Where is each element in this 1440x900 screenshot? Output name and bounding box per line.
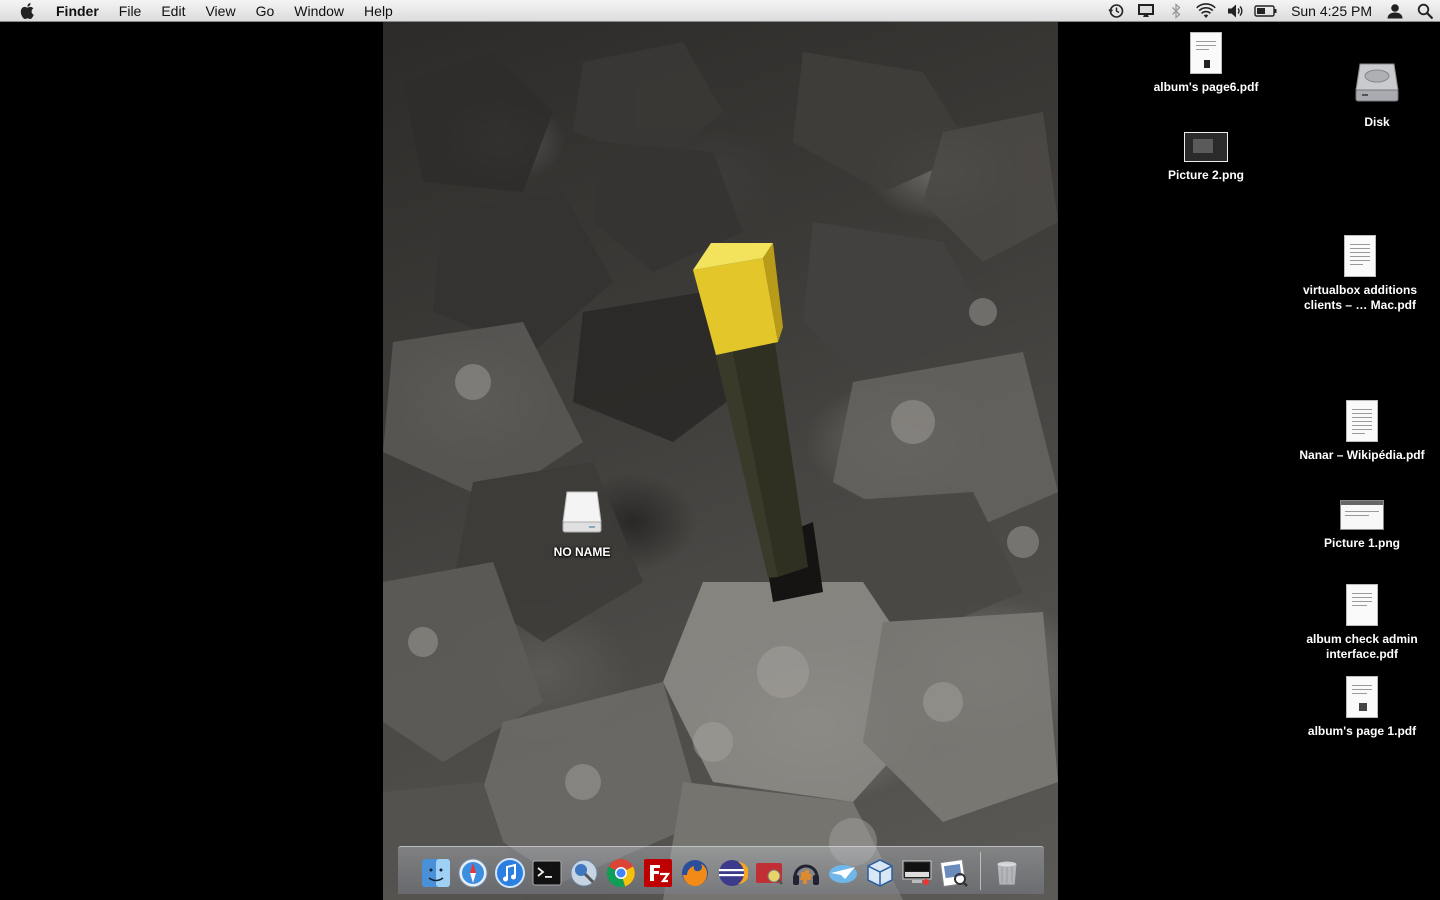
dock-finder-icon[interactable] xyxy=(419,856,453,890)
dock-preview-icon[interactable] xyxy=(937,856,971,890)
display-icon[interactable] xyxy=(1131,0,1161,22)
desktop-icon-label: Picture 1.png xyxy=(1323,536,1400,550)
dock-mail-icon[interactable] xyxy=(826,856,860,890)
volume-icon[interactable] xyxy=(1221,0,1251,22)
no-name-drive[interactable]: NO NAME xyxy=(517,490,647,560)
external-drive-icon xyxy=(561,490,603,539)
desktop-icon-label: virtualbox additions clients – … Mac.pdf xyxy=(1302,283,1417,312)
dock-cyberduck-icon[interactable] xyxy=(752,856,786,890)
album-page1-file[interactable]: album's page 1.pdf xyxy=(1297,676,1427,739)
apple-menu-icon[interactable] xyxy=(0,0,56,22)
menu-window[interactable]: Window xyxy=(284,0,354,22)
desktop-icon-label: album's page6.pdf xyxy=(1153,80,1259,94)
desktop-icon-label: album check admin interface.pdf xyxy=(1306,632,1418,661)
nanar-wikipedia-file[interactable]: Nanar – Wikipédia.pdf xyxy=(1297,400,1427,463)
dock-safari-icon[interactable] xyxy=(456,856,490,890)
desktop-icon-label: album's page 1.pdf xyxy=(1307,724,1417,738)
pdf-document-icon xyxy=(1346,676,1378,718)
dock-terminal-icon[interactable] xyxy=(530,856,564,890)
dock-remote-desktop-icon[interactable] xyxy=(900,856,934,890)
dock-chrome-icon[interactable] xyxy=(604,856,638,890)
desktop-icon-label: Picture 2.png xyxy=(1167,168,1244,182)
wifi-icon[interactable] xyxy=(1191,0,1221,22)
pdf-document-icon xyxy=(1190,32,1222,74)
user-icon[interactable] xyxy=(1380,0,1410,22)
menu-go[interactable]: Go xyxy=(246,0,285,22)
menu-view[interactable]: View xyxy=(195,0,245,22)
desktop-icon-label: NO NAME xyxy=(553,545,611,559)
album-page6-file[interactable]: album's page6.pdf xyxy=(1141,32,1271,95)
desktop: NO NAME album's page6.pdf Disk Picture 2… xyxy=(0,22,1440,900)
picture2-file[interactable]: Picture 2.png xyxy=(1141,132,1271,183)
pdf-document-icon xyxy=(1344,235,1376,277)
dock-trash-icon[interactable] xyxy=(990,856,1024,890)
menu-finder[interactable]: Finder xyxy=(56,0,109,22)
desktop-wallpaper xyxy=(383,22,1058,900)
wallpaper-photo xyxy=(383,42,1058,900)
menu-file[interactable]: File xyxy=(109,0,152,22)
pdf-document-icon xyxy=(1346,584,1378,626)
spotlight-search-icon[interactable] xyxy=(1410,0,1440,22)
dock-network-utility-icon[interactable] xyxy=(567,856,601,890)
time-machine-icon[interactable] xyxy=(1101,0,1131,22)
menu-edit[interactable]: Edit xyxy=(151,0,195,22)
dock-audacity-icon[interactable] xyxy=(789,856,823,890)
dock xyxy=(398,846,1044,894)
dock-filezilla-icon[interactable] xyxy=(641,856,675,890)
virtualbox-pdf-file[interactable]: virtualbox additions clients – … Mac.pdf xyxy=(1295,235,1425,313)
album-check-admin-file[interactable]: album check admin interface.pdf xyxy=(1297,584,1427,662)
dock-firefox-icon[interactable] xyxy=(678,856,712,890)
hard-disk-icon xyxy=(1354,60,1400,109)
menu-bar: Finder File Edit View Go Window Help Sun… xyxy=(0,0,1440,22)
image-file-icon xyxy=(1340,500,1384,530)
menu-help[interactable]: Help xyxy=(354,0,403,22)
disk-volume[interactable]: Disk xyxy=(1312,60,1440,130)
dock-eclipse-icon[interactable] xyxy=(715,856,749,890)
pdf-document-icon xyxy=(1346,400,1378,442)
battery-icon[interactable] xyxy=(1251,0,1281,22)
desktop-icon-label: Nanar – Wikipédia.pdf xyxy=(1299,448,1425,462)
dock-separator xyxy=(979,852,981,890)
menubar-clock[interactable]: Sun 4:25 PM xyxy=(1281,3,1380,19)
dock-virtualbox-icon[interactable] xyxy=(863,856,897,890)
dock-itunes-icon[interactable] xyxy=(493,856,527,890)
bluetooth-icon[interactable] xyxy=(1161,0,1191,22)
desktop-icon-label: Disk xyxy=(1364,115,1390,129)
picture1-file[interactable]: Picture 1.png xyxy=(1297,500,1427,551)
image-file-icon xyxy=(1184,132,1228,162)
